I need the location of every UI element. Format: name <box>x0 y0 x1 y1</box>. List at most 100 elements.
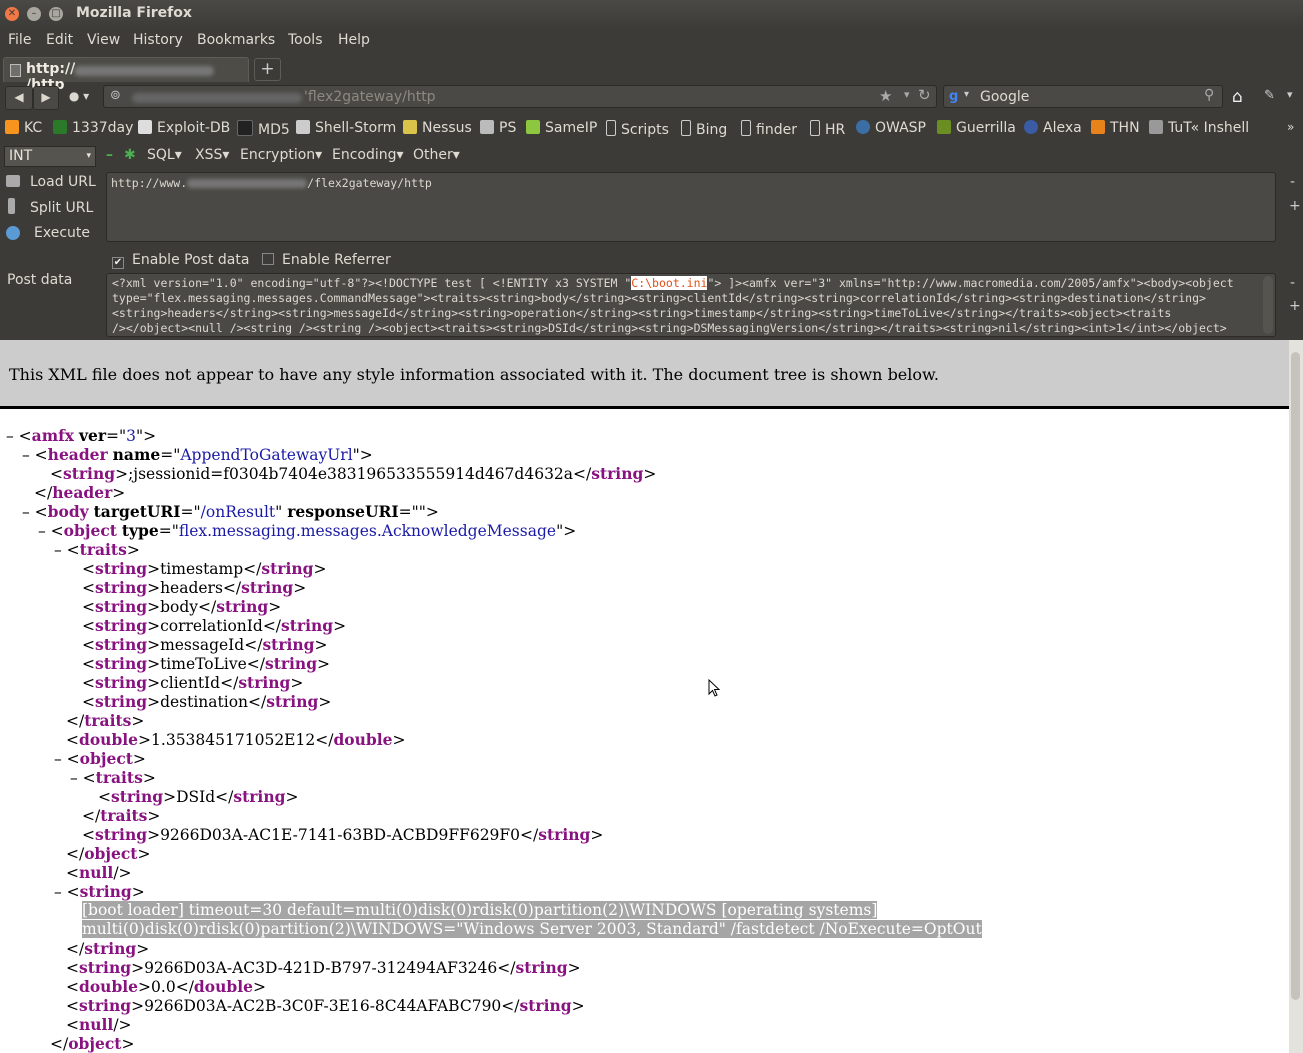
expand-icon[interactable]: + <box>1289 298 1301 314</box>
url-textarea[interactable]: http://www./flex2gateway/http <box>106 172 1276 242</box>
xml-line: <string>9266D03A-AC3D-421D-B797-312494AF… <box>66 958 581 977</box>
search-bar[interactable]: g ▾ Google ⚲ <box>943 85 1223 108</box>
xml-line: <string>timestamp</string> <box>82 559 327 578</box>
xml-line: </traits> <box>82 806 161 825</box>
xml-line: <string>clientId</string> <box>82 673 304 692</box>
reload-icon[interactable]: ↻ <box>918 86 931 104</box>
redacted-host <box>187 179 308 188</box>
page-scrollbar[interactable] <box>1289 340 1303 1053</box>
checkmark-icon: ✔ <box>112 257 124 269</box>
url-text: 'flex2gateway/http <box>304 89 436 105</box>
bookmark-star-icon[interactable]: ★ <box>879 87 892 105</box>
google-icon[interactable]: g <box>949 89 958 104</box>
int-select[interactable]: INT ▾ <box>4 146 96 167</box>
xml-line: <string>9266D03A-AC1E-7141-63BD-ACBD9FF6… <box>82 825 604 844</box>
tab-active[interactable]: http:///http <box>3 57 249 93</box>
redacted-host <box>132 93 302 103</box>
selected-text[interactable]: multi(0)disk(0)rdisk(0)partition(2)\WIND… <box>82 920 982 938</box>
menu-other[interactable]: Other▾ <box>413 147 460 163</box>
xml-line: </object> <box>66 844 151 863</box>
bookmark-md5[interactable]: MD5 <box>237 120 290 138</box>
xml-line: <string>body</string> <box>82 597 282 616</box>
menu-tools[interactable]: Tools <box>288 32 323 48</box>
execute-button[interactable]: Execute <box>34 225 90 241</box>
search-engine-dropdown-icon[interactable]: ▾ <box>964 89 969 100</box>
xml-line: <string>timeToLive</string> <box>82 654 331 673</box>
bookmark-bing[interactable]: Bing <box>681 120 727 138</box>
bookmarks-bar: KC 1337day Exploit-DB MD5 Shell-Storm Ne… <box>0 114 1303 142</box>
shrink-icon[interactable]: - <box>1290 275 1295 291</box>
post-data-textarea[interactable]: <?xml version="1.0" encoding="utf-8"?><!… <box>106 273 1276 337</box>
bookmark-nessus[interactable]: Nessus <box>403 120 472 136</box>
toolbar-menu-icon[interactable]: ▾ <box>1287 88 1293 101</box>
maximize-window-button[interactable]: □ <box>49 7 63 21</box>
bookmark-sameip[interactable]: SameIP <box>526 120 597 136</box>
bookmark-1337day[interactable]: 1337day <box>53 120 133 136</box>
bookmark-finder[interactable]: finder <box>741 120 797 138</box>
minimize-window-button[interactable]: – <box>27 7 41 21</box>
menu-bookmarks[interactable]: Bookmarks <box>197 32 275 48</box>
bookmark-owasp[interactable]: OWASP <box>856 120 926 136</box>
menu-encryption[interactable]: Encryption▾ <box>240 147 322 163</box>
bookmark-exploit-db[interactable]: Exploit-DB <box>138 120 230 136</box>
home-icon[interactable]: ⌂ <box>1232 87 1243 107</box>
menu-history[interactable]: History <box>133 32 183 48</box>
split-url-button[interactable]: Split URL <box>30 200 93 216</box>
bookmark-shell-storm[interactable]: Shell-Storm <box>296 120 396 136</box>
menu-file[interactable]: File <box>8 32 31 48</box>
menu-sql[interactable]: SQL▾ <box>147 147 182 163</box>
bookmark-scripts[interactable]: Scripts <box>606 120 669 138</box>
bookmark-alexa[interactable]: Alexa <box>1024 120 1082 136</box>
xml-line: – <amfx ver="3"> <box>6 426 157 445</box>
xml-info-banner: This XML file does not appear to have an… <box>0 340 1289 409</box>
menu-bar: File Edit View History Bookmarks Tools H… <box>0 29 1303 55</box>
bookmark-hr[interactable]: HR <box>810 120 845 138</box>
page-icon <box>10 64 21 77</box>
selected-text[interactable]: [boot loader] timeout=30 default=multi(0… <box>82 901 878 919</box>
xml-line: <string>9266D03A-AC2B-3C0F-3E16-8C44AFAB… <box>66 996 585 1015</box>
redacted-host <box>74 66 214 76</box>
menu-xss[interactable]: XSS▾ <box>195 147 229 163</box>
enable-post-checkbox[interactable]: ✔ Enable Post data <box>112 252 249 269</box>
bookmark-ps[interactable]: PS <box>480 120 516 136</box>
decrease-icon[interactable]: – <box>106 147 113 163</box>
load-url-icon <box>6 175 20 187</box>
menu-help[interactable]: Help <box>338 32 370 48</box>
scrollbar-thumb[interactable] <box>1291 352 1300 1000</box>
shrink-icon[interactable]: - <box>1290 174 1295 190</box>
menu-edit[interactable]: Edit <box>46 32 73 48</box>
enable-referrer-checkbox[interactable]: Enable Referrer <box>262 252 391 268</box>
expand-icon[interactable]: + <box>1289 198 1301 214</box>
menu-view[interactable]: View <box>87 32 120 48</box>
post-scrollbar[interactable] <box>1263 276 1273 334</box>
bookmark-kc[interactable]: KC <box>5 120 42 136</box>
search-input[interactable]: Google <box>980 89 1029 105</box>
ps-icon <box>480 120 494 134</box>
load-url-button[interactable]: Load URL <box>30 174 96 190</box>
bookmark-guerrilla[interactable]: Guerrilla <box>937 120 1016 136</box>
bookmarks-overflow-icon[interactable]: » <box>1287 120 1294 134</box>
navigation-bar: ◀ ▶ ● ▾ ⊚ 'flex2gateway/http ★ ▾ ↻ g ▾ G… <box>0 82 1303 114</box>
new-tab-button[interactable]: + <box>254 58 281 81</box>
xml-line: – <object> <box>54 749 146 768</box>
menu-encoding[interactable]: Encoding▾ <box>332 147 404 163</box>
xml-line: </traits> <box>66 711 145 730</box>
close-window-button[interactable]: ✕ <box>5 7 19 21</box>
url-bar[interactable]: ⊚ 'flex2gateway/http ★ ▾ ↻ <box>103 85 937 108</box>
xml-line: <string>correlationId</string> <box>82 616 347 635</box>
search-icon[interactable]: ⚲ <box>1204 87 1214 103</box>
history-dropdown-icon[interactable]: ● ▾ <box>62 86 96 108</box>
title-bar: ✕ – □ Mozilla Firefox <box>0 0 1303 29</box>
addon-icon[interactable]: ✎ <box>1264 88 1275 103</box>
increase-icon[interactable]: ✱ <box>124 147 136 163</box>
url-dropdown-icon[interactable]: ▾ <box>904 88 910 101</box>
xml-line: <null/> <box>66 1015 132 1034</box>
back-icon[interactable]: ◀ <box>5 86 33 110</box>
forward-icon[interactable]: ▶ <box>33 86 59 110</box>
site-identity-icon[interactable]: ⊚ <box>110 88 121 103</box>
bookmark-tut-inshell[interactable]: TuT« Inshell <box>1149 120 1249 136</box>
bookmark-thn[interactable]: THN <box>1091 120 1140 136</box>
xml-line: <string>headers</string> <box>82 578 307 597</box>
highlighted-path: C:\boot.ini <box>631 276 708 290</box>
sameip-icon <box>526 120 540 134</box>
